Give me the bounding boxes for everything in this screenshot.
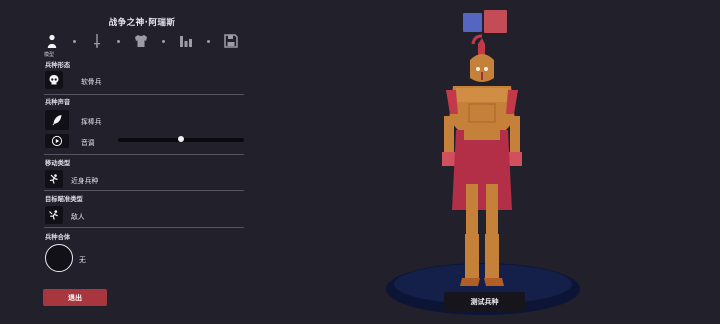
- voice-selector[interactable]: [45, 110, 69, 130]
- targeting-selector[interactable]: [45, 206, 63, 224]
- stats-bars-icon: [180, 36, 192, 47]
- movement-selector[interactable]: [45, 170, 63, 188]
- form-value[interactable]: 软骨兵: [81, 76, 101, 86]
- target-enemy-icon: [49, 210, 58, 220]
- pitch-label: 音调: [81, 139, 95, 147]
- tab-separator: [73, 40, 76, 43]
- test-unit-button[interactable]: 测试兵种: [444, 292, 525, 312]
- section-label-form: 兵种形态: [45, 62, 71, 69]
- section-label-targeting: 目标瞄准类型: [45, 196, 83, 203]
- tab-caption: 模型: [44, 52, 55, 58]
- pitch-slider-knob[interactable]: [178, 136, 184, 142]
- skull-icon: [49, 75, 59, 85]
- play-circle-icon: [51, 135, 63, 147]
- tab-stats[interactable]: [178, 33, 194, 49]
- tab-separator: [207, 40, 210, 43]
- unit-title: 战争之神·阿瑞斯: [108, 18, 176, 28]
- combined-value: 无: [79, 256, 86, 264]
- person-icon: [47, 34, 57, 48]
- unit-editor-panel: 战争之神·阿瑞斯 模型 兵种形态 软骨兵 兵种声音 挥棒兵 音调 移动类型 近身…: [0, 0, 250, 324]
- combined-unit-slot[interactable]: [45, 244, 73, 272]
- ares-warrior-figure: [442, 34, 522, 286]
- save-icon: [224, 34, 238, 48]
- tab-separator: [117, 40, 120, 43]
- voice-value[interactable]: 挥棒兵: [81, 116, 101, 126]
- sword-icon: [94, 34, 100, 48]
- tab-model[interactable]: [44, 33, 60, 49]
- editor-tabs: [44, 33, 244, 57]
- exit-button[interactable]: 退出: [43, 289, 107, 306]
- section-label-combined: 兵种合体: [45, 234, 71, 241]
- tab-clothing[interactable]: [133, 33, 149, 49]
- team-blue-swatch[interactable]: [463, 13, 482, 32]
- section-label-movement: 移动类型: [45, 160, 71, 167]
- tab-separator: [162, 40, 165, 43]
- unit-preview: [386, 34, 580, 315]
- targeting-value[interactable]: 敌人: [71, 211, 85, 221]
- team-red-swatch[interactable]: [484, 10, 507, 33]
- divider: [44, 190, 244, 191]
- pitch-slider[interactable]: [118, 136, 244, 142]
- divider: [44, 227, 244, 228]
- divider: [44, 154, 244, 155]
- feather-icon: [52, 115, 62, 126]
- section-label-voice: 兵种声音: [45, 99, 71, 106]
- melee-icon: [49, 174, 58, 184]
- movement-value[interactable]: 近身兵种: [71, 175, 98, 185]
- tab-weapon[interactable]: [89, 33, 105, 49]
- tab-save[interactable]: [223, 33, 239, 49]
- armor-shirt-icon: [135, 35, 147, 47]
- form-selector[interactable]: [45, 71, 63, 89]
- divider: [44, 94, 244, 95]
- pitch-preview-button[interactable]: [45, 134, 69, 148]
